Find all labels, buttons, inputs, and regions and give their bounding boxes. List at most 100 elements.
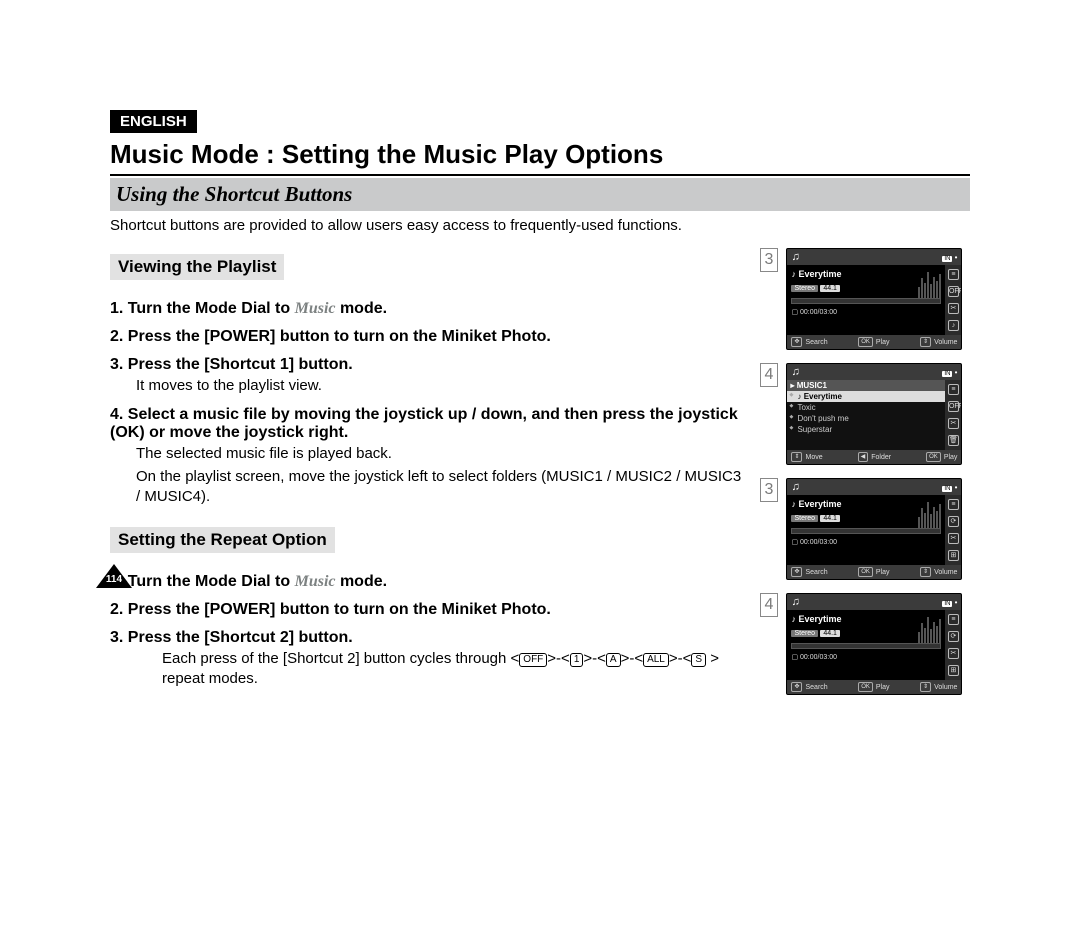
stereo-badge: Stereo xyxy=(791,515,818,522)
device-bottombar: ✥Search OKPlay ⇕Volume xyxy=(787,335,961,349)
step-3: 3. Press the [Shortcut 1] button. xyxy=(110,356,746,374)
intro-text: Shortcut buttons are provided to allow u… xyxy=(110,217,970,234)
bottom-volume-label: Volume xyxy=(934,339,957,346)
dpad-icon: ✥ xyxy=(791,337,802,347)
repeat-step-2: 2. Press the [POWER] button to turn on t… xyxy=(110,601,746,619)
progress-bar xyxy=(791,528,941,534)
sample-rate-badge: 44.1 xyxy=(820,515,840,522)
playlist-item-selected: ♪ Everytime xyxy=(787,391,945,402)
device-bottombar: ✥Search OKPlay ⇕Volume xyxy=(787,680,961,694)
device-screen: ♫ IN • ♪ Everytime Stereo 44.1 ▢ xyxy=(786,593,962,695)
device-screen: ♫ IN • ♪ Everytime Stereo 44.1 ▢ xyxy=(786,248,962,350)
repeat-sep: >-< xyxy=(547,650,570,667)
device-sidebar: ≡ ⟳ ✂ ⊞ xyxy=(945,610,961,680)
playlist-item: Don't push me xyxy=(787,413,945,424)
scissors-icon: ✂ xyxy=(948,418,959,429)
equalizer-icon xyxy=(918,614,941,644)
figure-nowplaying-c: 4 ♫ IN • ♪ Everytime Stereo 44.1 xyxy=(760,593,970,700)
list-icon: ≡ xyxy=(948,269,959,280)
bottom-search-label: Search xyxy=(805,569,827,576)
left-column: Viewing the Playlist 1. Turn the Mode Di… xyxy=(110,248,746,708)
updown-icon: ⇕ xyxy=(920,567,931,577)
device-topbar: ♫ IN • xyxy=(787,364,961,380)
bottom-volume-label: Volume xyxy=(934,569,957,576)
repeat-steps: 1. Turn the Mode Dial to Music mode. 2. … xyxy=(110,573,746,690)
equalizer-icon xyxy=(918,499,941,529)
repeat-off-icon: OFF xyxy=(948,401,959,412)
time-display: ▢ 00:00/03:00 xyxy=(791,308,941,316)
repeat-step-1-suffix: mode. xyxy=(336,573,388,590)
repeat-mode-icon: A xyxy=(606,653,621,667)
scissors-icon: ✂ xyxy=(948,648,959,659)
bottom-play-label: Play xyxy=(876,684,890,691)
music-note-icon: ♫ xyxy=(791,596,799,608)
progress-bar xyxy=(791,298,941,304)
ok-icon: OK xyxy=(858,682,873,692)
device-sidebar: ≡ OFF ✂ ♪ xyxy=(945,265,961,335)
mode-word: Music xyxy=(295,573,336,590)
music-note-icon: ♫ xyxy=(791,366,799,378)
sample-rate-badge: 44.1 xyxy=(820,630,840,637)
trash-icon: 🗑 xyxy=(948,435,959,446)
music-note-icon: ♫ xyxy=(791,481,799,493)
device-topbar: ♫ IN • xyxy=(787,249,961,265)
page-title: Music Mode : Setting the Music Play Opti… xyxy=(110,139,970,170)
subheading-repeat-option: Setting the Repeat Option xyxy=(110,527,335,553)
device-main: ♪ Everytime Stereo 44.1 ▢ 00:00/03:00 xyxy=(787,610,945,680)
device-bottombar: ⇕Move ◀Folder OKPlay xyxy=(787,450,961,464)
device-topbar: ♫ IN • xyxy=(787,594,961,610)
updown-icon: ⇕ xyxy=(791,452,802,462)
figure-number: 3 xyxy=(760,478,778,502)
updown-icon: ⇕ xyxy=(920,337,931,347)
repeat-step-3-sub: Each press of the [Shortcut 2] button cy… xyxy=(162,649,746,690)
viewing-steps: 1. Turn the Mode Dial to Music mode. 2. … xyxy=(110,300,746,507)
list-icon: ≡ xyxy=(948,384,959,395)
right-column: 3 ♫ IN • ♪ Everytime Stereo 44.1 xyxy=(760,248,970,708)
repeat-mode-icon: OFF xyxy=(519,653,547,667)
bottom-search-label: Search xyxy=(805,684,827,691)
storage-indicator: IN • xyxy=(940,483,957,492)
subheading-viewing-playlist: Viewing the Playlist xyxy=(110,254,284,280)
progress-bar xyxy=(791,643,941,649)
list-icon: ≡ xyxy=(948,614,959,625)
grid-icon: ⊞ xyxy=(948,665,959,676)
ok-icon: OK xyxy=(926,452,941,462)
step-2: 2. Press the [POWER] button to turn on t… xyxy=(110,328,746,346)
left-icon: ◀ xyxy=(858,452,869,462)
device-screen: ♫ IN • ♪ Everytime Stereo 44.1 ▢ xyxy=(786,478,962,580)
section-title: Using the Shortcut Buttons xyxy=(116,182,352,206)
step-4: 4. Select a music file by moving the joy… xyxy=(110,406,746,442)
repeat-icon: ⟳ xyxy=(948,631,959,642)
music-note-icon: ♫ xyxy=(791,251,799,263)
section-title-bar: Using the Shortcut Buttons xyxy=(110,178,970,211)
device-main-playlist: ▸ MUSIC1 ♪ Everytime Toxic Don't push me… xyxy=(787,380,945,450)
time-display: ▢ 00:00/03:00 xyxy=(791,538,941,546)
repeat-mode-icon: ALL xyxy=(643,653,669,667)
bottom-play-label: Play xyxy=(876,569,890,576)
language-badge: ENGLISH xyxy=(110,110,197,133)
manual-page: ENGLISH Music Mode : Setting the Music P… xyxy=(0,0,1080,708)
repeat-step-3: 3. Press the [Shortcut 2] button. xyxy=(110,629,746,647)
dpad-icon: ✥ xyxy=(791,567,802,577)
repeat-sep: >-< xyxy=(621,650,644,667)
device-topbar: ♫ IN • xyxy=(787,479,961,495)
playlist-folder: ▸ MUSIC1 xyxy=(787,380,945,391)
time-display: ▢ 00:00/03:00 xyxy=(791,653,941,661)
page-number: 114 xyxy=(102,574,126,585)
step-4-sub1: The selected music file is played back. xyxy=(136,444,746,464)
storage-indicator: IN • xyxy=(940,368,957,377)
repeat-step-1: 1. Turn the Mode Dial to Music mode. xyxy=(110,573,746,591)
stereo-badge: Stereo xyxy=(791,630,818,637)
device-bottombar: ✥Search OKPlay ⇕Volume xyxy=(787,565,961,579)
ok-icon: OK xyxy=(858,337,873,347)
step-4-sub2: On the playlist screen, move the joystic… xyxy=(136,467,746,508)
content-columns: Viewing the Playlist 1. Turn the Mode Di… xyxy=(110,248,970,708)
bottom-search-label: Search xyxy=(805,339,827,346)
scissors-icon: ✂ xyxy=(948,303,959,314)
repeat-mode-icon: S xyxy=(691,653,706,667)
eq-icon: ♪ xyxy=(948,320,959,331)
ok-icon: OK xyxy=(858,567,873,577)
updown-icon: ⇕ xyxy=(920,682,931,692)
dpad-icon: ✥ xyxy=(791,682,802,692)
bottom-move-label: Move xyxy=(805,454,822,461)
